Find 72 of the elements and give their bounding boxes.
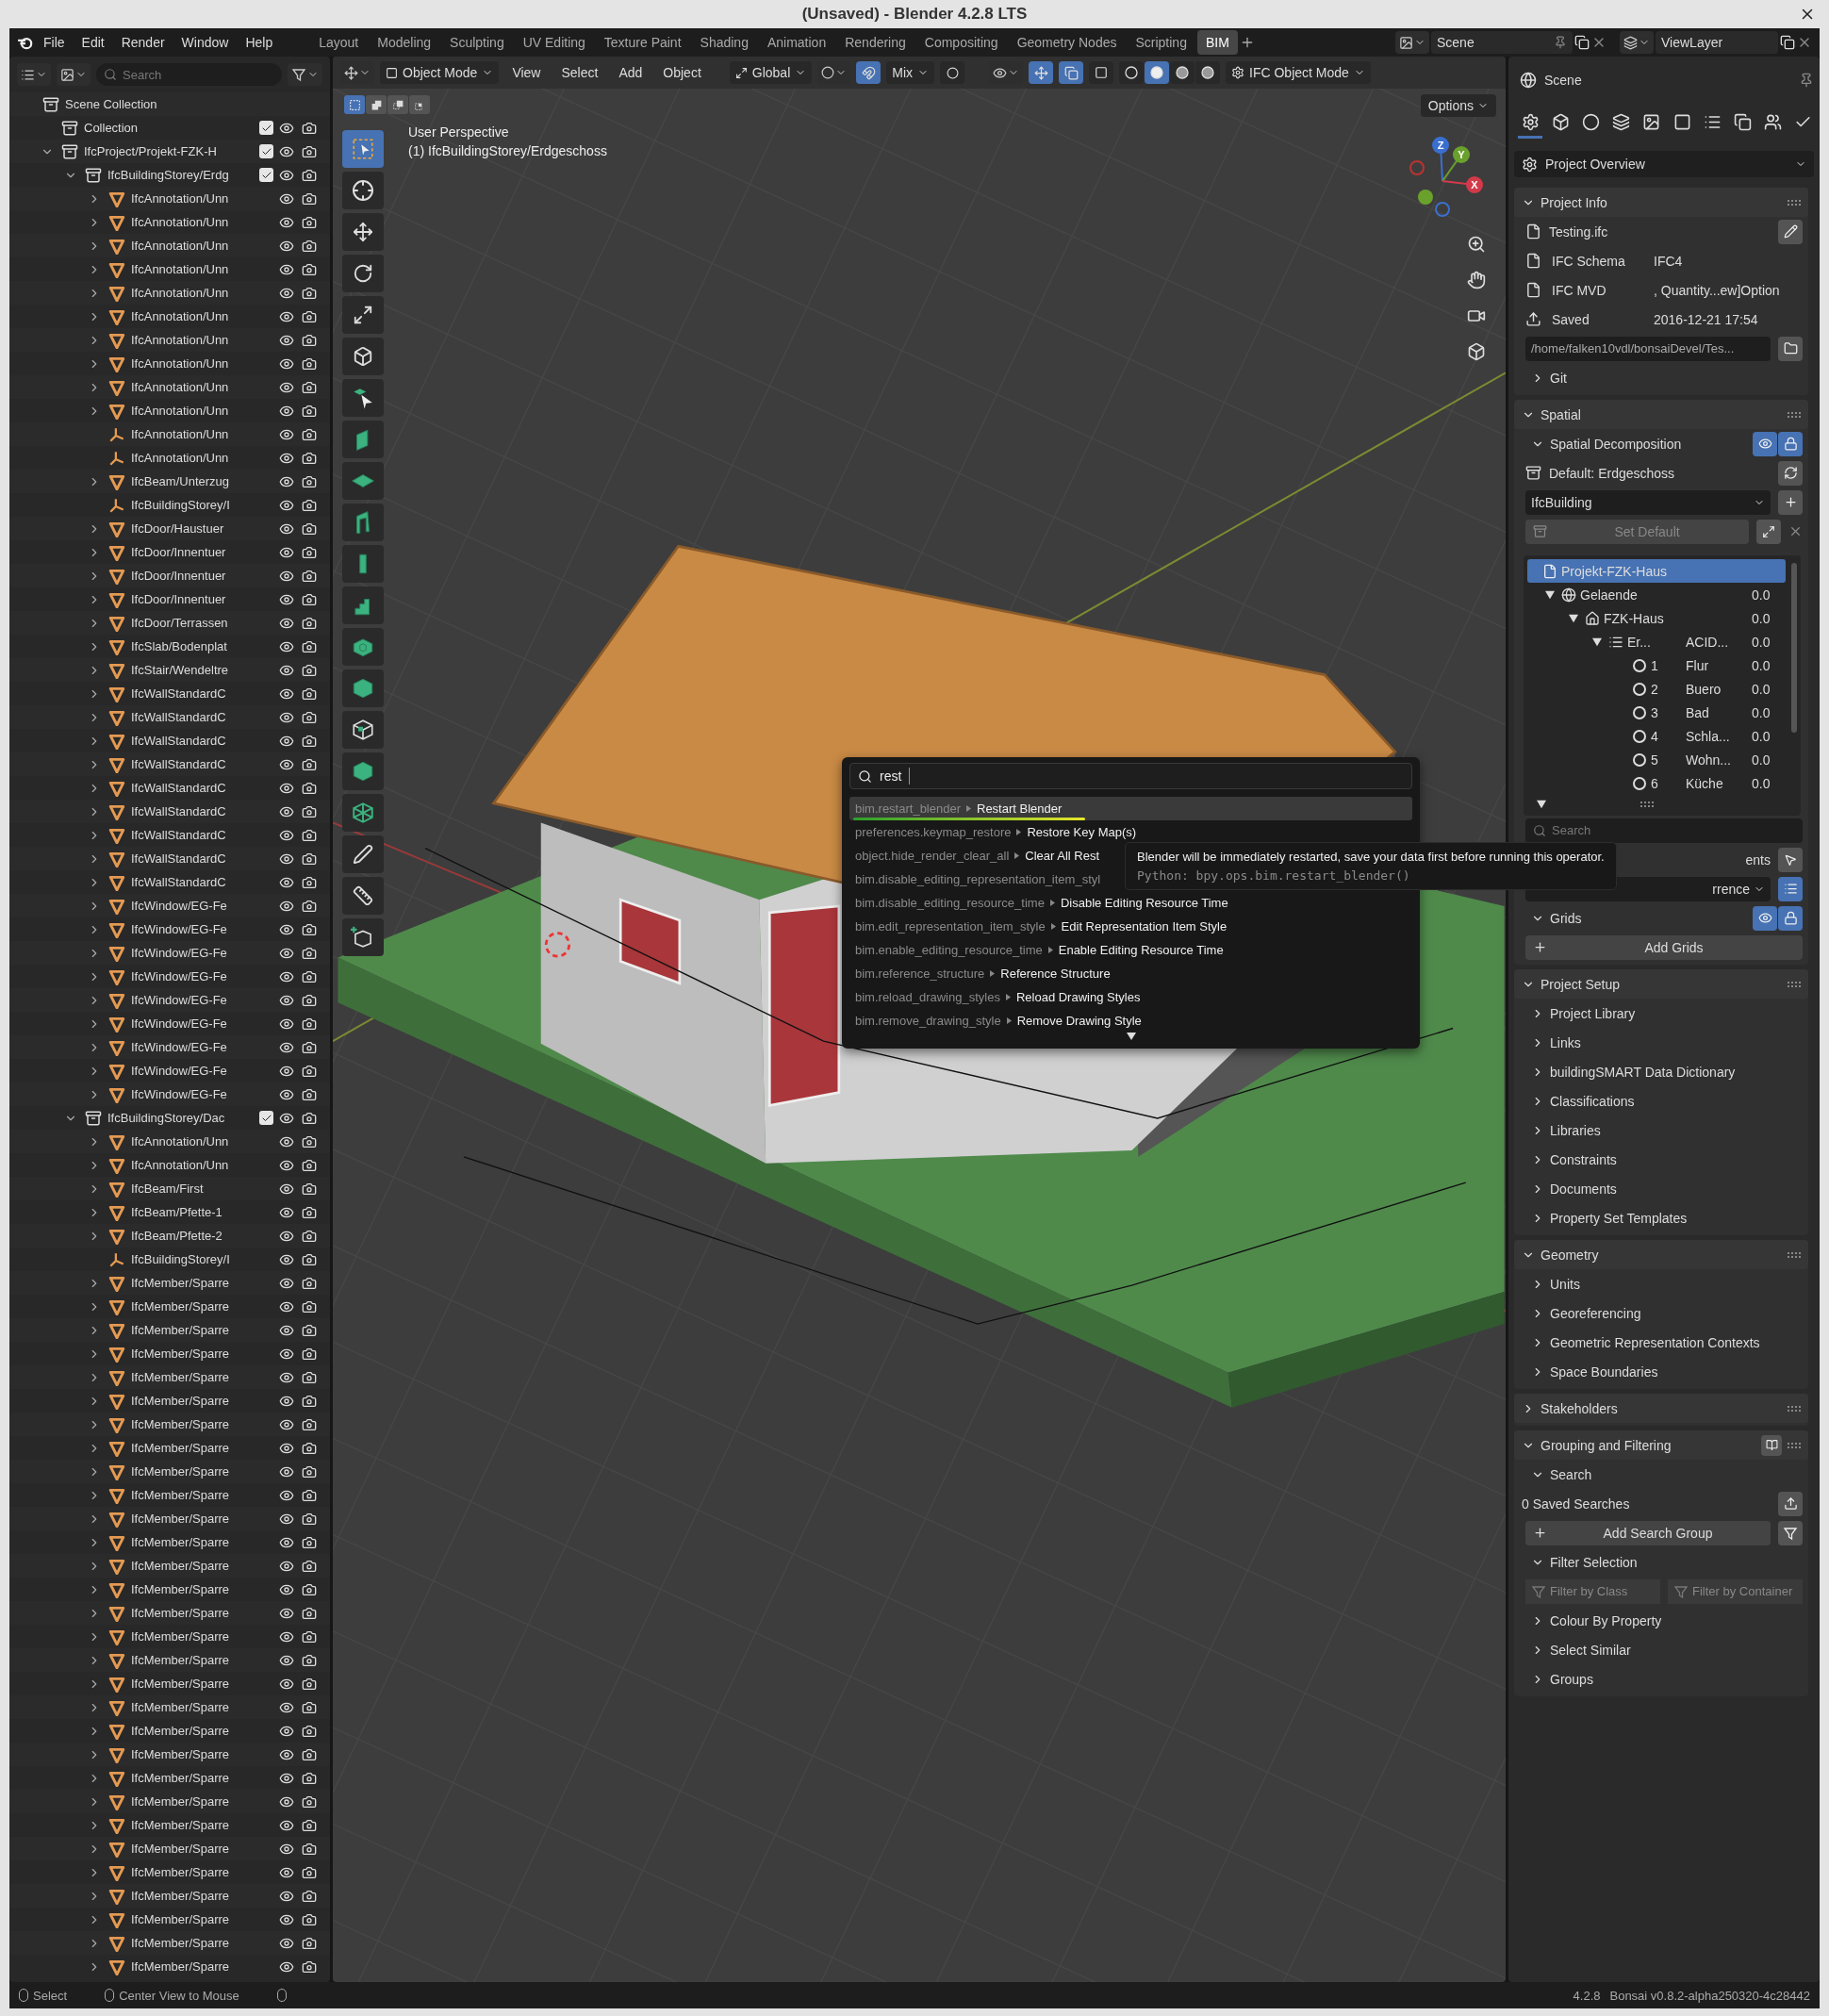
element-name: 4 xyxy=(1651,728,1658,744)
subpanel-title: Constraints xyxy=(1550,1151,1617,1167)
subpanel-title: Grids xyxy=(1550,910,1582,926)
context-label: Scene xyxy=(1544,73,1582,88)
subpanel-title: Property Set Templates xyxy=(1550,1210,1688,1226)
subpanel-title: Space Boundaries xyxy=(1550,1363,1658,1380)
field-value: IFC4 xyxy=(1654,253,1684,269)
elevation-value: 0.0 xyxy=(1752,728,1771,744)
section-label: ents xyxy=(1745,851,1771,868)
field-value: , Quantity...ew]Option xyxy=(1654,282,1781,298)
panel-title: Geometry xyxy=(1541,1247,1599,1263)
field-label: IFC MVD xyxy=(1552,282,1607,298)
file-name: Testing.ifc xyxy=(1549,223,1608,240)
subpanel-title: Git xyxy=(1550,370,1567,386)
subpanel-title: Classifications xyxy=(1550,1093,1635,1109)
element-long-name: ACID... xyxy=(1686,634,1730,650)
subpanel-title: Geometric Representation Contexts xyxy=(1550,1334,1760,1350)
element-name: 5 xyxy=(1651,752,1658,768)
element-long-name: Schla... xyxy=(1686,728,1731,744)
subpanel-title: Libraries xyxy=(1550,1122,1601,1138)
version-text: 4.2.8 xyxy=(1573,1988,1601,2003)
element-name: 6 xyxy=(1651,775,1658,791)
tooltip-text: Blender will be immediately restarted, save your data first before running this operator. xyxy=(1137,850,1605,864)
element-name: 3 xyxy=(1651,704,1658,720)
status-hint: Select xyxy=(33,1988,68,2003)
status-hint: Center View to Mouse xyxy=(119,1988,239,2003)
default-container-label: Default: Erdgeschoss xyxy=(1549,465,1675,481)
elevation-value: 0.0 xyxy=(1752,587,1771,603)
subpanel-title: Project Library xyxy=(1550,1005,1636,1021)
elevation-value: 0.0 xyxy=(1752,610,1771,626)
field-label: Saved xyxy=(1552,311,1590,327)
panel-title: Project Setup xyxy=(1541,976,1621,992)
element-long-name: Küche xyxy=(1686,775,1724,791)
subpanel-title: Spatial Decomposition xyxy=(1550,436,1682,452)
field-value: 2016-12-21 17:54 xyxy=(1654,311,1759,327)
element-name: Er... xyxy=(1627,634,1651,650)
elevation-value: 0.0 xyxy=(1752,657,1771,673)
elevation-value: 0.0 xyxy=(1752,681,1771,697)
subpanel-title: Filter Selection xyxy=(1550,1554,1638,1570)
subpanel-title: Georeferencing xyxy=(1550,1305,1641,1321)
addon-version-text: Bonsai v0.8.2-alpha250320-4c28442 xyxy=(1609,1988,1810,2003)
panel-title: Stakeholders xyxy=(1541,1400,1618,1416)
element-long-name: Buero xyxy=(1686,681,1722,697)
elevation-value: 0.0 xyxy=(1752,704,1771,720)
element-name: FZK-Haus xyxy=(1604,610,1664,626)
element-name: 1 xyxy=(1651,657,1658,673)
element-long-name: Wohn... xyxy=(1686,752,1732,768)
window-title: (Unsaved) - Blender 4.2.8 LTS xyxy=(801,5,1028,24)
subpanel-title: Units xyxy=(1550,1276,1580,1292)
elevation-value: 0.0 xyxy=(1752,634,1771,650)
subpanel-title: Groups xyxy=(1550,1671,1593,1687)
element-name: Gelaende xyxy=(1580,587,1638,603)
element-name: Projekt-FZK-Haus xyxy=(1561,563,1668,579)
elevation-value: 0.0 xyxy=(1752,775,1771,791)
element-long-name: Bad xyxy=(1686,704,1710,720)
subpanel-title: Search xyxy=(1550,1466,1592,1482)
subpanel-title: buildingSMART Data Dictionary xyxy=(1550,1064,1736,1080)
viewport-info-text: User Perspective xyxy=(408,124,510,140)
panel-title: Grouping and Filtering xyxy=(1541,1437,1672,1453)
tooltip-python-path: Python: bpy.ops.bim.restart_blender() xyxy=(1137,868,1411,883)
panel-title: Spatial xyxy=(1541,406,1581,422)
field-label: IFC Schema xyxy=(1552,253,1626,269)
subpanel-title: Select Similar xyxy=(1550,1642,1631,1658)
subpanel-title: Links xyxy=(1550,1034,1581,1050)
element-long-name: Flur xyxy=(1686,657,1710,673)
element-name: 2 xyxy=(1651,681,1658,697)
panel-title: Project Info xyxy=(1541,194,1607,210)
viewport-info-text: (1) IfcBuildingStorey/Erdgeschoss xyxy=(408,143,607,158)
subpanel-title: Documents xyxy=(1550,1181,1617,1197)
elevation-value: 0.0 xyxy=(1752,752,1771,768)
subpanel-title: Colour By Property xyxy=(1550,1612,1662,1628)
saved-searches-count: 0 Saved Searches xyxy=(1522,1495,1630,1512)
